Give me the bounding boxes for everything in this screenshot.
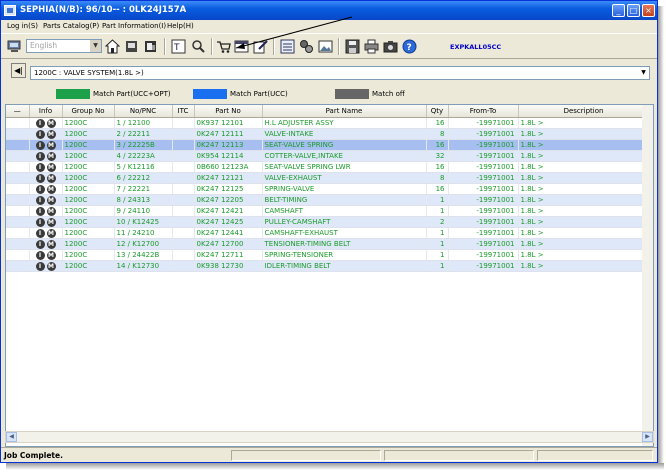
annotation-arrow	[235, 16, 353, 49]
window-shadow	[6, 463, 664, 470]
window-shadow	[658, 6, 664, 466]
